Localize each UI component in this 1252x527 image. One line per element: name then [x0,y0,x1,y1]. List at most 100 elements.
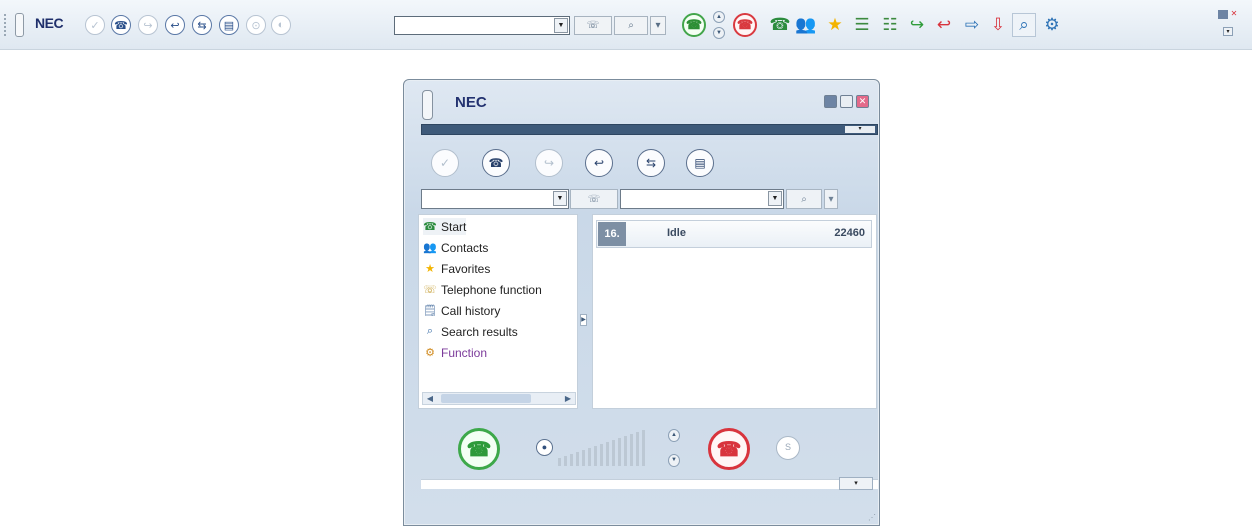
telephone-function-icon: ☏ [423,284,437,296]
volume-up-button[interactable]: ▲ [713,11,725,23]
hangup-icon: ☎ [736,17,754,32]
tree-item-start[interactable]: ☎ Start [423,218,467,235]
hangup-button[interactable]: ☎ [708,428,750,470]
resize-grip-icon[interactable]: ⋰ [868,513,876,522]
dial-icon: ☏ [586,20,600,31]
phone-answer-button[interactable]: ☎ [108,12,134,38]
tree-item-favorites[interactable]: ★ Favorites [423,260,490,277]
search-directory-button[interactable]: ⌕ [1012,13,1036,37]
list-view-button[interactable]: ☰ [850,13,874,37]
search-button[interactable]: ⌕ [786,189,822,209]
search-icon: ⌕ [801,193,807,205]
receive-message-button[interactable]: ⇩ [986,13,1010,37]
start-button[interactable]: ☎ [768,13,792,37]
tree-item-contacts[interactable]: 👥 Contacts [423,239,488,256]
keypad-button[interactable]: ▤ [216,12,242,38]
tree-item-label: Function [441,345,488,360]
volume-down-button[interactable]: ▼ [668,454,680,467]
user-check-button[interactable]: ✓ [431,149,459,177]
nec-logo: NEC [455,94,487,111]
phone-forward-icon: ↪ [138,15,158,35]
combo-arrow-icon[interactable]: ▼ [768,191,782,206]
panel-splitter-toggle[interactable]: ▶ [580,314,587,326]
number-combo[interactable]: ▼ [394,16,570,35]
phone-transfer-button[interactable]: ↩ [162,12,188,38]
call-button[interactable]: ☎ [682,13,706,37]
settings-user-button[interactable]: ⚙ [1040,13,1064,37]
park-button[interactable]: ⊙ [243,12,269,38]
message-in-icon: ⇩ [990,15,1006,34]
minimize-button[interactable] [824,95,837,108]
tree-item-label: Contacts [441,240,489,255]
tree-item-search-results[interactable]: ⌕ Search results [423,323,518,340]
microphone-button[interactable]: ● [536,439,553,456]
phone-transfer-button[interactable]: ↩ [585,149,613,177]
keypad-icon: ▤ [694,156,706,170]
restore-button[interactable] [840,95,853,108]
line-status: Idle [667,227,686,239]
detail-view-button[interactable]: ☷ [878,13,902,37]
line-status-panel: 16. Idle 22460 [592,214,877,409]
toolbar-menu-button[interactable]: ▾ [1223,27,1233,36]
conference-button[interactable]: ⇆ [637,149,665,177]
phone-forward-button[interactable]: ↪ [535,149,563,177]
status-menu-button[interactable]: ▾ [839,477,873,490]
dial-button[interactable]: ☏ [574,16,612,35]
dial-button[interactable]: ☏ [570,189,618,209]
call-button[interactable]: ☎ [458,428,500,470]
tree-item-label: Search results [441,324,518,339]
handset-icon[interactable] [15,13,24,37]
phone-answer-button[interactable]: ☎ [482,149,510,177]
phone-answer-icon: ☎ [488,156,504,170]
tree-item-label: Start [441,219,467,234]
star-icon: ★ [425,263,435,275]
toolbar-grip[interactable] [4,14,7,36]
transfer-button[interactable]: S [776,436,800,460]
scroll-left-icon[interactable]: ◀ [423,393,437,404]
scroll-right-icon[interactable]: ▶ [561,393,575,404]
search-dropdown-button[interactable]: ▾ [650,16,666,35]
volume-meter[interactable] [558,430,662,466]
forward-arrow-button[interactable]: ↪ [905,13,929,37]
send-message-button[interactable]: ⇨ [960,13,984,37]
start-icon: ☎ [423,221,437,233]
back-arrow-button[interactable]: ↩ [932,13,956,37]
user-check-icon: ✓ [85,15,105,35]
phone-forward-button[interactable]: ↪ [135,12,161,38]
keypad-button[interactable]: ▤ [686,149,714,177]
search-button[interactable]: ⌕ [614,16,648,35]
record-button[interactable]: ◐ [268,12,294,38]
search-combo[interactable]: ▼ [620,189,784,209]
hangup-button[interactable]: ☎ [733,13,757,37]
user-settings-icon: ⚙ [1044,15,1060,34]
line-row[interactable]: 16. Idle 22460 [596,220,872,248]
line-combo[interactable]: ▼ [421,189,569,209]
park-icon: ⊙ [246,15,266,35]
tree-item-call-history[interactable]: 🗒 Call history [423,302,500,319]
tree-item-telephone-function[interactable]: ☏ Telephone function [423,281,542,298]
combo-arrow-icon[interactable]: ▼ [553,191,567,206]
softphone-window: NEC ✕ ▾ ✓ ☎ ↪ ↩ ⇆ ▤ ▼ ☏ ▼ ⌕ ▾ ☎ Start 👥 … [403,79,880,526]
line-number: 16. [598,222,626,246]
search-dropdown-button[interactable]: ▾ [824,189,838,209]
tree-horizontal-scrollbar[interactable]: ◀ ▶ [422,392,576,405]
nec-logo: NEC [35,15,64,31]
volume-down-button[interactable]: ▼ [713,27,725,39]
combo-arrow-icon[interactable]: ▼ [554,18,568,33]
title-bar-menu-button[interactable]: ▾ [845,126,875,133]
search-icon: ⌕ [628,20,634,31]
user-check-button[interactable]: ✓ [82,12,108,38]
start-icon: ☎ [769,15,791,34]
favorites-button[interactable]: ★ [823,13,847,37]
line-extension: 22460 [834,227,865,239]
phone-call-icon: ☎ [685,17,703,32]
scroll-thumb[interactable] [441,394,531,403]
conference-button[interactable]: ⇆ [189,12,215,38]
volume-up-button[interactable]: ▲ [668,429,680,442]
handset-icon[interactable] [422,90,433,120]
close-toolbar-icon[interactable]: ✕ [1229,10,1239,19]
minimize-toolbar-button[interactable] [1218,10,1228,19]
close-icon[interactable]: ✕ [856,95,869,108]
tree-item-function[interactable]: ⚙ Function [423,344,487,361]
contacts-button[interactable]: 👥 [794,13,818,37]
